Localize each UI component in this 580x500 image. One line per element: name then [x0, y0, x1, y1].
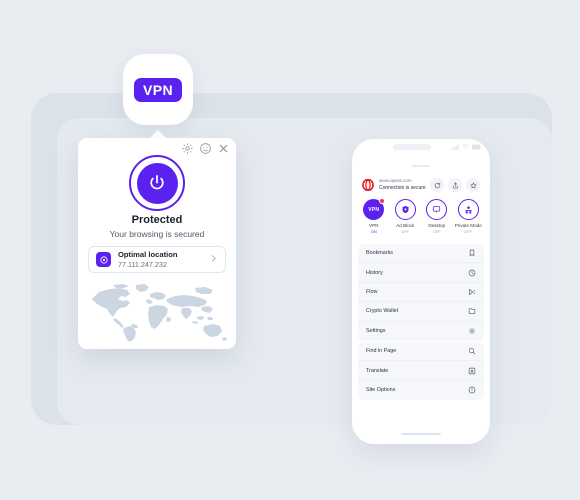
- smiley-icon[interactable]: [199, 142, 212, 155]
- menu-item-label: Find in Page: [366, 348, 397, 355]
- vpn-app-tile[interactable]: VPN: [123, 54, 193, 125]
- scene: VPN Protected Your browsing is secured O…: [0, 0, 580, 500]
- private-mask-icon: [457, 199, 479, 220]
- menu-item-bookmarks[interactable]: Bookmarks: [358, 244, 484, 264]
- quick-action-desktop-state: OFF: [432, 228, 441, 234]
- close-icon[interactable]: [217, 142, 230, 155]
- opera-logo-icon: [362, 179, 374, 191]
- menu-item-crypto-wallet[interactable]: Crypto Wallet: [358, 302, 484, 322]
- flow-send-icon: [469, 288, 476, 296]
- camera-notch: [393, 144, 431, 150]
- menu-item-label: Site Options: [366, 387, 396, 394]
- vpn-popup: Protected Your browsing is secured Optim…: [78, 138, 236, 349]
- connection-security-text: Connection is secure: [379, 184, 426, 191]
- translate-icon: [468, 367, 476, 374]
- menu-item-label: Settings: [366, 328, 386, 335]
- vpn-power-core: [136, 162, 178, 204]
- adblock-shield-icon: [394, 199, 416, 220]
- location-name: Optimal location: [118, 250, 178, 260]
- menu-item-find-in-page[interactable]: Find in Page: [358, 342, 484, 362]
- sheet-drag-handle[interactable]: [412, 165, 430, 167]
- world-map: [92, 284, 227, 342]
- menu-item-site-options[interactable]: Site Options: [358, 381, 484, 400]
- phone-status-bar: [352, 139, 490, 157]
- menu-item-history[interactable]: History: [358, 263, 484, 283]
- bookmark-icon: [469, 249, 475, 257]
- chevron-right-icon: [209, 254, 218, 266]
- signal-bars-icon: [452, 144, 459, 150]
- search-icon: [468, 348, 476, 355]
- vpn-toggle-icon: VPN: [363, 198, 386, 220]
- menu-item-label: Translate: [366, 367, 389, 374]
- vpn-app-badge-label: VPN: [134, 77, 182, 102]
- status-indicators: [452, 144, 482, 150]
- location-text: Optimal location 77.111.247.232: [118, 250, 209, 269]
- address-bar-text: www.opera.com Connection is secure: [379, 178, 430, 192]
- menu-item-flow[interactable]: Flow: [358, 283, 484, 303]
- quick-action-ad-block-state: OFF: [401, 228, 410, 234]
- menu-item-label: Bookmarks: [366, 250, 393, 257]
- phone-mockup: www.opera.com Connection is secure VPN V…: [352, 139, 490, 444]
- wallet-folder-icon: [468, 308, 476, 315]
- quick-actions-row: VPN VPN ON Ad Block OFF Desktop OFF Priv…: [358, 198, 485, 234]
- vpn-power-button[interactable]: [129, 155, 185, 211]
- quick-action-private-mode-state: OFF: [464, 228, 473, 234]
- power-icon: [150, 175, 164, 190]
- globe-location-icon: [96, 252, 111, 267]
- menu-item-translate[interactable]: Translate: [358, 361, 484, 381]
- quick-action-ad-block[interactable]: Ad Block OFF: [390, 199, 422, 234]
- reload-icon: [434, 182, 440, 188]
- vpn-notification-badge: [379, 198, 386, 204]
- menu-item-label: Crypto Wallet: [366, 308, 399, 315]
- vpn-toggle-label: VPN: [368, 206, 380, 213]
- vpn-power-button-area: [78, 155, 236, 211]
- share-icon: [452, 182, 458, 188]
- address-bar[interactable]: www.opera.com Connection is secure: [362, 175, 480, 195]
- menu-group-primary: Bookmarks History Flow Crypto Wallet Set…: [358, 244, 484, 341]
- menu-item-label: History: [366, 269, 383, 276]
- address-bar-actions: [430, 178, 480, 192]
- location-ip: 77.111.247.232: [118, 259, 167, 269]
- menu-item-label: Flow: [366, 288, 378, 295]
- vpn-status-title: Protected: [131, 214, 183, 226]
- bookmark-button[interactable]: [466, 178, 480, 192]
- quick-action-vpn[interactable]: VPN VPN ON: [358, 198, 390, 234]
- battery-icon: [472, 144, 482, 150]
- wifi-icon: [462, 144, 469, 150]
- home-indicator: [401, 433, 441, 435]
- optimal-location-card[interactable]: Optimal location 77.111.247.232: [88, 246, 226, 273]
- info-circle-icon: [468, 387, 476, 394]
- menu-item-settings[interactable]: Settings: [358, 322, 484, 341]
- star-icon: [470, 182, 476, 188]
- gear-icon[interactable]: [181, 142, 194, 155]
- gear-icon: [468, 328, 476, 335]
- page-url: www.opera.com: [379, 177, 412, 183]
- quick-action-desktop[interactable]: Desktop OFF: [421, 199, 453, 234]
- share-button[interactable]: [448, 178, 462, 192]
- quick-action-vpn-state: ON: [370, 228, 377, 234]
- desktop-monitor-icon: [426, 199, 448, 220]
- reload-button[interactable]: [430, 178, 444, 192]
- menu-group-secondary: Find in Page Translate Site Options: [358, 342, 484, 401]
- popup-titlebar: [181, 142, 230, 155]
- quick-action-private-mode[interactable]: Private Mode OFF: [453, 199, 485, 234]
- clock-icon: [468, 269, 476, 276]
- vpn-status-subtitle: Your browsing is secured: [109, 229, 205, 239]
